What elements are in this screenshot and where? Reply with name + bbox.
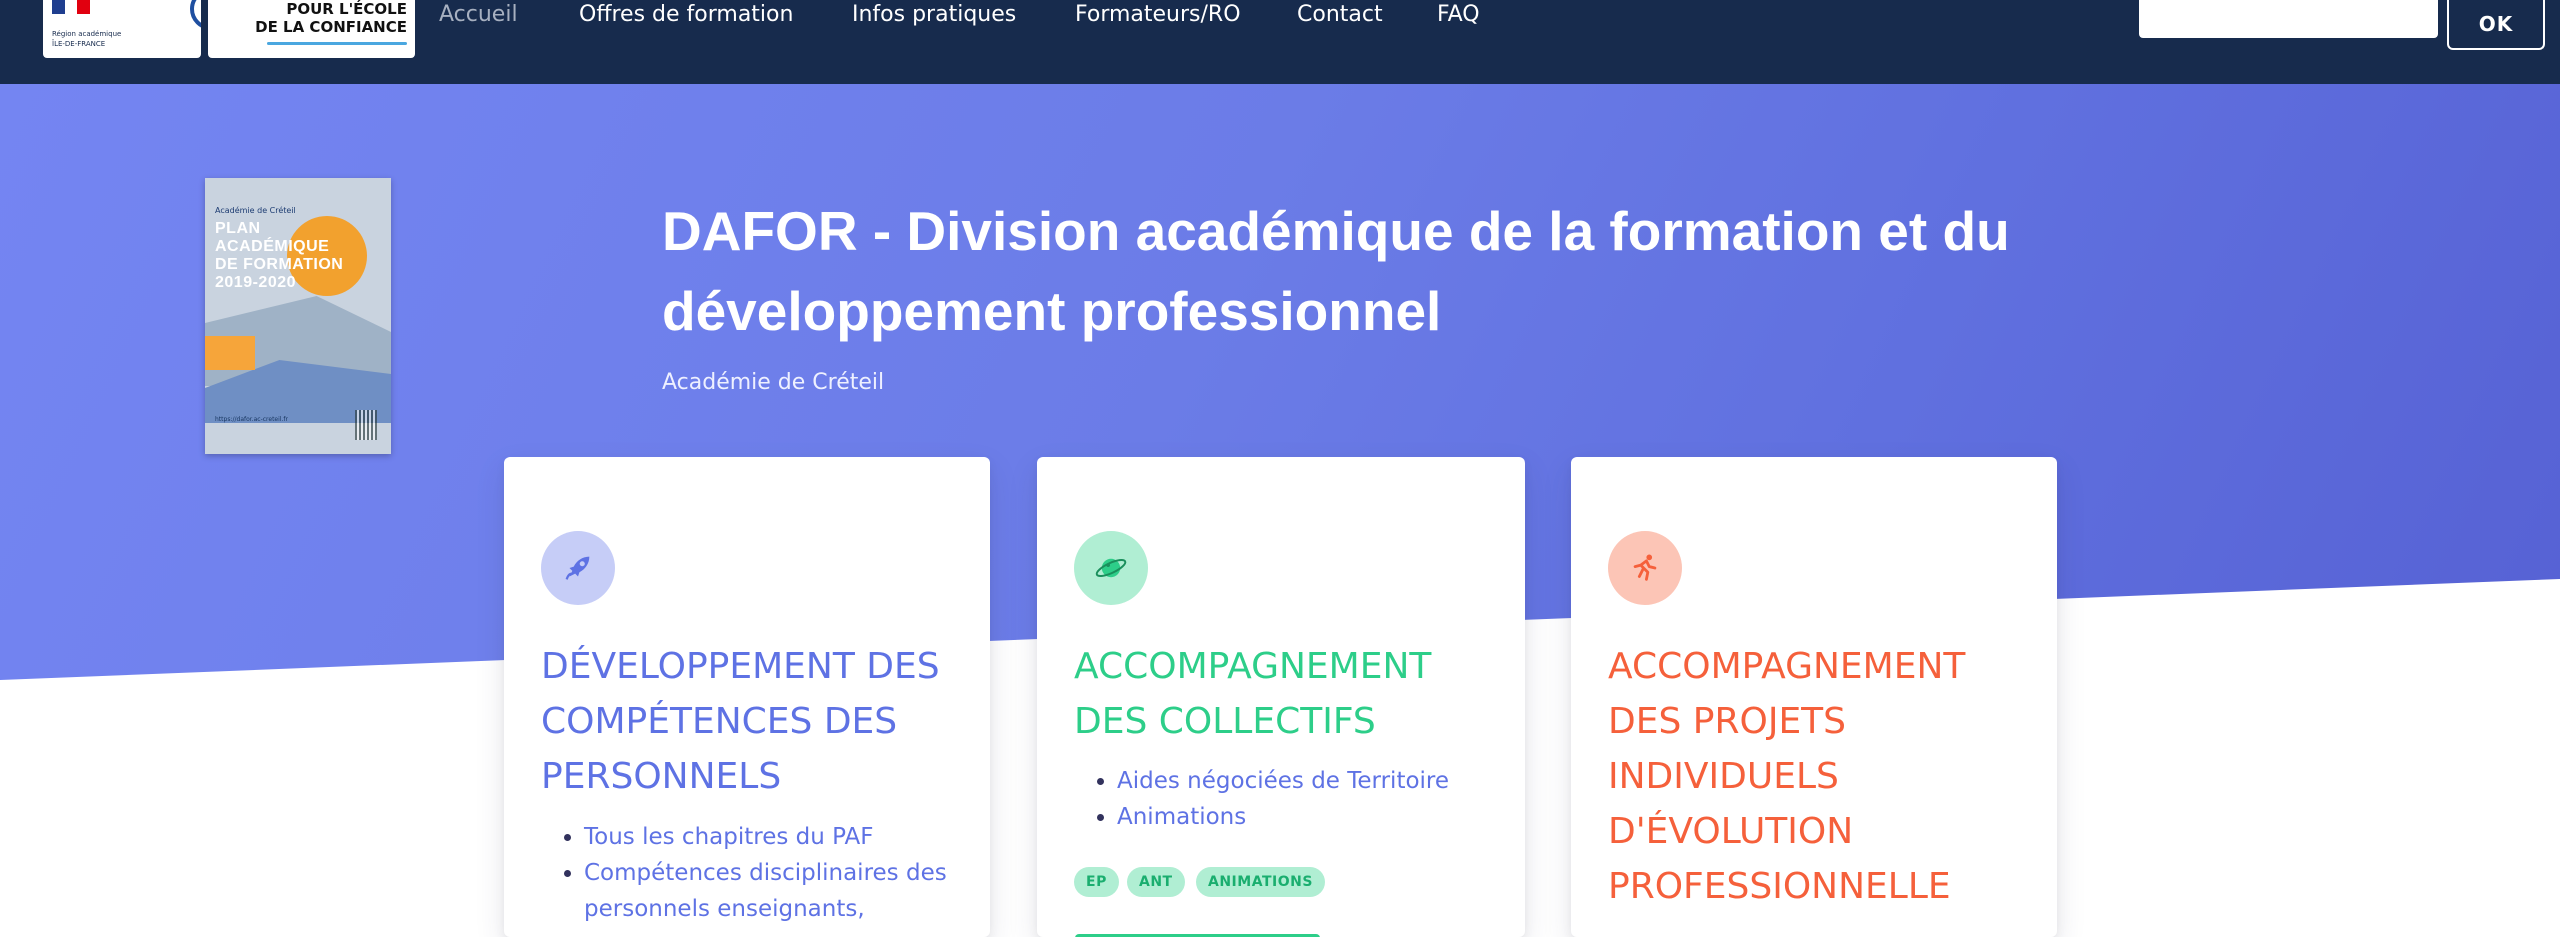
badge-ant: ANT xyxy=(1127,867,1185,897)
qr-code-icon xyxy=(355,410,377,440)
ecole-confiance-text: POUR L'ÉCOLE DE LA CONFIANCE xyxy=(255,0,407,36)
card-accompagnement-collectifs: ACCOMPAGNEMENT DES COLLECTIFS Aides négo… xyxy=(1037,457,1525,937)
rocket-icon xyxy=(541,531,615,605)
list-link-aides-negociees[interactable]: Aides négociées de Territoire xyxy=(1093,763,1513,799)
nav-item-faq[interactable]: FAQ xyxy=(1437,2,1480,27)
card-link-list: Tous les chapitres du PAF Compétences di… xyxy=(560,819,960,927)
ecole-confiance-logo[interactable]: POUR L'ÉCOLE DE LA CONFIANCE xyxy=(208,0,415,58)
region-line1: Région académique xyxy=(52,30,122,38)
badge-ep: EP xyxy=(1074,867,1119,897)
french-flag-icon xyxy=(52,0,91,14)
planet-icon xyxy=(1074,531,1148,605)
card-developpement-competences: DÉVELOPPEMENT DES COMPÉTENCES DES PERSON… xyxy=(504,457,990,937)
nav-item-contact[interactable]: Contact xyxy=(1297,2,1383,27)
e-logo-icon: E xyxy=(190,0,201,30)
list-link-competences-disciplinaires[interactable]: Compétences disciplinaires des personnel… xyxy=(560,855,960,927)
hero-section: Académie de Créteil PLAN ACADÉMIQUE DE F… xyxy=(0,84,2560,937)
brochure-header: Académie de Créteil xyxy=(215,206,296,215)
paf-brochure-image[interactable]: Académie de Créteil PLAN ACADÉMIQUE DE F… xyxy=(205,178,391,454)
ecole-line1: POUR L'ÉCOLE xyxy=(286,0,407,18)
nav-item-formateurs-ro[interactable]: Formateurs/RO xyxy=(1075,2,1241,27)
nav-item-accueil[interactable]: Accueil xyxy=(439,2,518,27)
ecole-underline xyxy=(267,42,407,45)
card-title: ACCOMPAGNEMENT DES COLLECTIFS xyxy=(1074,646,1432,742)
page-subtitle: Académie de Créteil xyxy=(662,370,885,395)
top-navbar: Région académique ÎLE-DE-FRANCE E POUR L… xyxy=(0,0,2560,84)
nav-item-infos-pratiques[interactable]: Infos pratiques xyxy=(852,2,1016,27)
nav-item-offres-de-formation[interactable]: Offres de formation xyxy=(579,2,793,27)
search-input[interactable] xyxy=(2139,0,2438,38)
ecole-line2: DE LA CONFIANCE xyxy=(255,18,407,36)
list-link-animations[interactable]: Animations xyxy=(1093,799,1513,835)
running-person-icon xyxy=(1608,531,1682,605)
card-link-list: Aides négociées de Territoire Animations xyxy=(1093,763,1513,835)
list-link-paf-chapitres[interactable]: Tous les chapitres du PAF xyxy=(560,819,960,855)
brochure-url: https://dafor.ac-creteil.fr xyxy=(215,416,288,423)
badge-animations: ANIMATIONS xyxy=(1196,867,1325,897)
region-line2: ÎLE-DE-FRANCE xyxy=(52,40,106,48)
card-title: ACCOMPAGNEMENT DES PROJETS INDIVIDUELS D… xyxy=(1608,646,1966,907)
academie-logo[interactable]: Région académique ÎLE-DE-FRANCE E xyxy=(43,0,201,58)
brochure-title: PLAN ACADÉMIQUE DE FORMATION 2019-2020 xyxy=(215,220,344,291)
page-title: DAFOR - Division académique de la format… xyxy=(662,200,2010,342)
card-projets-individuels: ACCOMPAGNEMENT DES PROJETS INDIVIDUELS D… xyxy=(1571,457,2057,937)
search-ok-button[interactable]: OK xyxy=(2447,0,2545,50)
card-title: DÉVELOPPEMENT DES COMPÉTENCES DES PERSON… xyxy=(541,646,940,797)
